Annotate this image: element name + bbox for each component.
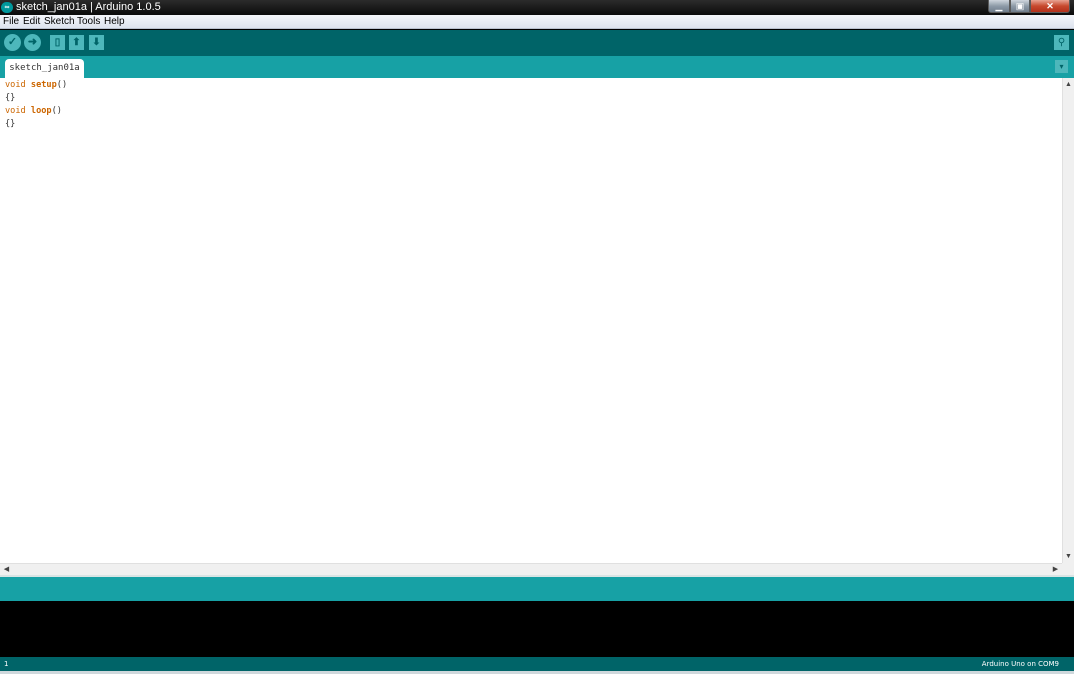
code-line: {}	[5, 93, 16, 103]
vertical-scrollbar[interactable]: ▲ ▼	[1062, 78, 1074, 563]
code-parens: ()	[51, 106, 62, 116]
menu-edit[interactable]: Edit	[21, 15, 42, 29]
window-title-bar: ∞ sketch_jan01a | Arduino 1.0.5 ▁ ▣ ✕	[0, 0, 1074, 15]
line-number: 1	[4, 660, 9, 668]
maximize-button[interactable]: ▣	[1010, 0, 1030, 13]
code-line: void loop()	[5, 105, 1062, 118]
scroll-down-icon[interactable]: ▼	[1063, 551, 1074, 562]
code-line: void setup()	[5, 79, 1062, 92]
scroll-left-icon[interactable]: ◀	[1, 564, 12, 575]
new-sketch-icon[interactable]: ▯	[50, 35, 65, 50]
tab-menu-dropdown-icon[interactable]: ▾	[1055, 60, 1068, 73]
message-area	[0, 577, 1074, 601]
minimize-button[interactable]: ▁	[988, 0, 1010, 13]
console-output[interactable]	[0, 601, 1074, 657]
arduino-infinity-icon: ∞	[1, 2, 13, 13]
board-port-info: Arduino Uno on COM9	[981, 660, 1059, 668]
keyword-function: loop	[30, 106, 52, 116]
scroll-right-icon[interactable]: ▶	[1050, 564, 1061, 575]
horizontal-scrollbar[interactable]: ◀ ▶	[0, 563, 1062, 575]
menu-help[interactable]: Help	[102, 15, 127, 29]
code-line: {}	[5, 119, 16, 129]
open-sketch-icon[interactable]: ⬆	[69, 35, 84, 50]
upload-icon[interactable]: ➜	[24, 34, 41, 51]
code-editor[interactable]: void setup() {} void loop() {}	[0, 78, 1062, 563]
scroll-up-icon[interactable]: ▲	[1063, 79, 1074, 90]
code-parens: ()	[56, 80, 68, 90]
window-controls: ▁ ▣ ✕	[988, 0, 1070, 13]
tab-sketch[interactable]: sketch_jan01a	[5, 59, 84, 78]
keyword-type: void	[5, 106, 26, 116]
keyword-function: setup	[30, 80, 57, 90]
save-sketch-icon[interactable]: ⬇	[89, 35, 104, 50]
status-bar: 1 Arduino Uno on COM9	[0, 657, 1074, 671]
scroll-corner	[1062, 563, 1074, 575]
verify-icon[interactable]: ✓	[4, 34, 21, 51]
close-button[interactable]: ✕	[1030, 0, 1070, 13]
toolbar: ✓ ➜ ▯ ⬆ ⬇ ⚲	[0, 30, 1074, 56]
serial-monitor-icon[interactable]: ⚲	[1054, 35, 1069, 50]
menu-bar: File Edit Sketch Tools Help	[0, 15, 1074, 29]
menu-sketch[interactable]: Sketch	[42, 15, 77, 29]
keyword-type: void	[5, 80, 26, 90]
window-title: sketch_jan01a | Arduino 1.0.5	[16, 1, 161, 13]
menu-file[interactable]: File	[1, 15, 21, 29]
menu-tools[interactable]: Tools	[75, 15, 102, 29]
tab-strip: sketch_jan01a ▾	[0, 56, 1074, 78]
